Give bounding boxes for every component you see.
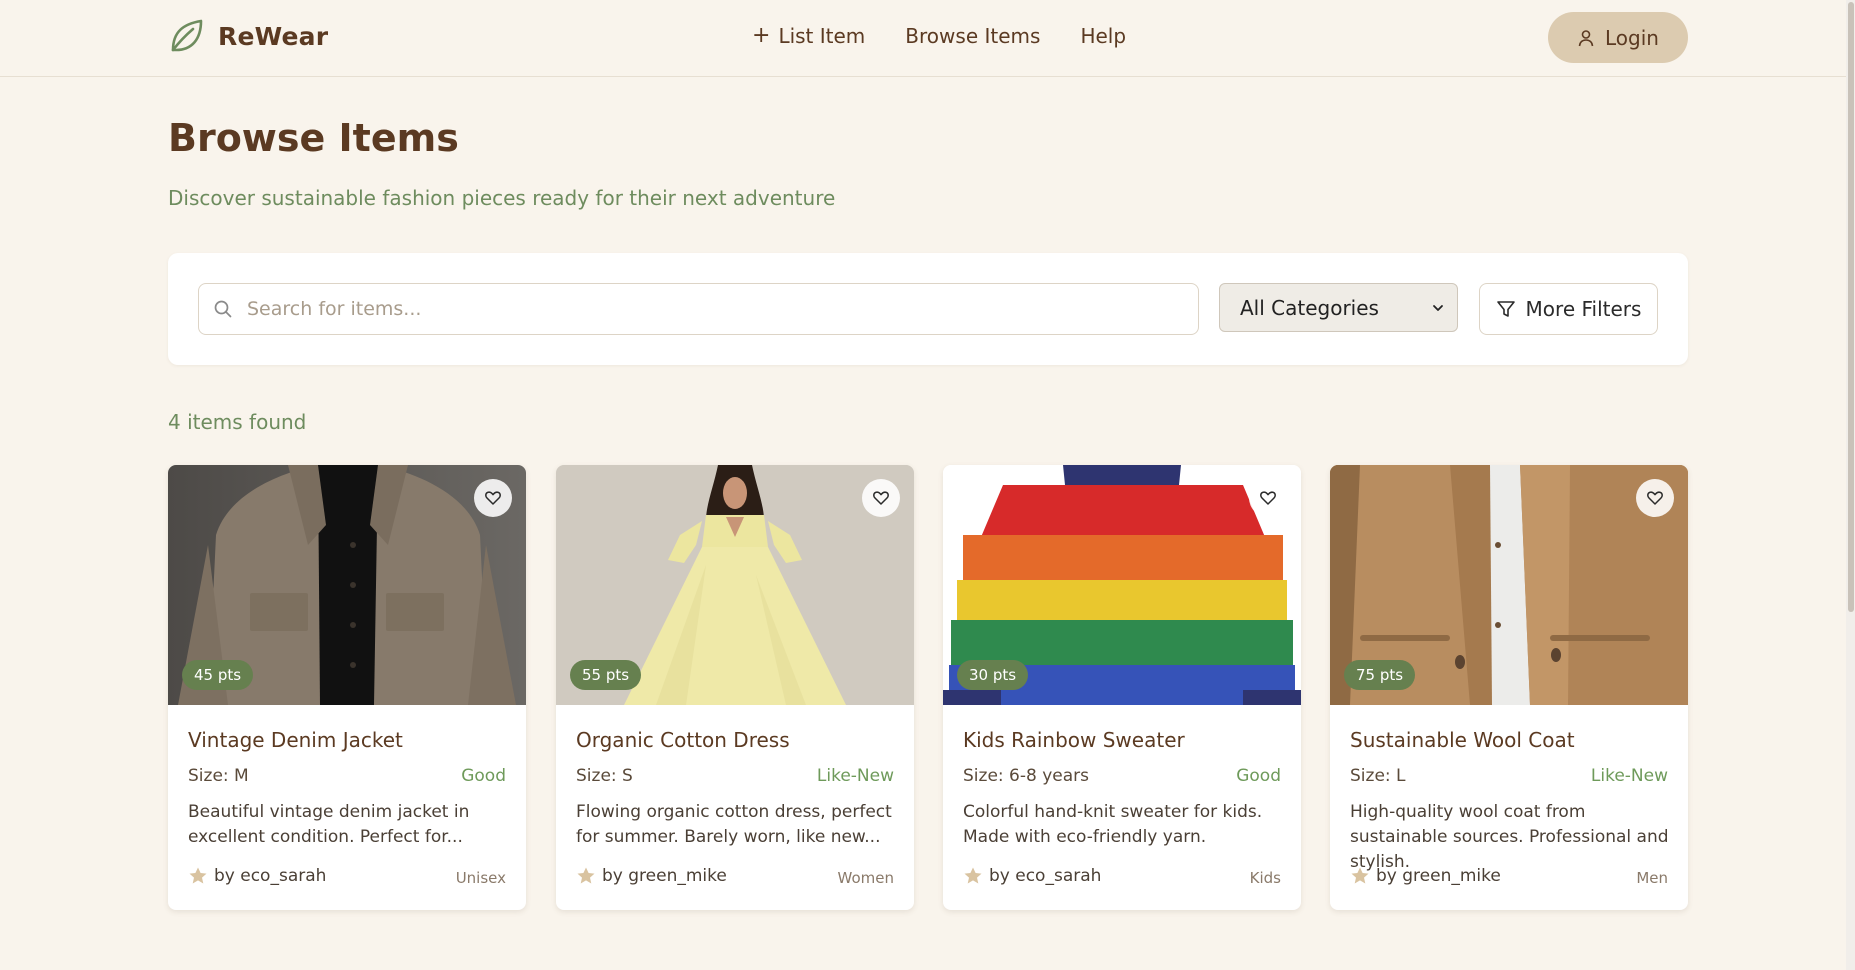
heart-icon <box>1647 491 1663 505</box>
search-input[interactable] <box>247 284 1187 334</box>
item-owner-name: by green_mike <box>1376 866 1501 886</box>
brand-logo[interactable]: ReWear <box>168 17 328 55</box>
category-select-value: All Categories <box>1240 295 1379 320</box>
item-owner: by green_mike <box>576 866 727 886</box>
item-description: High-quality wool coat from sustainable … <box>1350 802 1669 872</box>
page-title: Browse Items <box>168 116 459 160</box>
nav-help-label: Help <box>1080 24 1127 48</box>
leaf-icon <box>171 19 203 52</box>
search-icon <box>214 300 232 318</box>
favorite-button[interactable] <box>862 479 900 517</box>
item-owner-name: by eco_sarah <box>214 866 327 886</box>
item-card[interactable]: 55 pts Organic Cotton Dress Size: S Like… <box>556 465 914 910</box>
points-badge: 30 pts <box>957 660 1029 690</box>
item-description: Beautiful vintage denim jacket in excell… <box>188 802 470 847</box>
item-title: Sustainable Wool Coat <box>1350 728 1575 752</box>
item-owner: by green_mike <box>1350 866 1501 886</box>
item-description: Flowing organic cotton dress, perfect fo… <box>576 802 892 847</box>
more-filters-button[interactable]: More Filters <box>1479 283 1658 335</box>
star-icon <box>577 867 595 884</box>
item-category: Men <box>1636 869 1668 887</box>
item-owner-name: by eco_sarah <box>989 866 1102 886</box>
item-size: Size: L <box>1350 766 1406 786</box>
login-button[interactable]: Login <box>1548 12 1688 63</box>
chevron-down-icon <box>1433 305 1443 311</box>
item-condition: Like-New <box>816 766 894 786</box>
heart-icon <box>873 491 889 505</box>
nav-list-item[interactable]: + List Item <box>752 24 865 48</box>
results-count: 4 items found <box>168 410 307 434</box>
heart-icon <box>485 491 501 505</box>
user-icon <box>1578 29 1594 46</box>
main-nav: + List Item Browse Items Help <box>752 24 1126 48</box>
favorite-button[interactable] <box>1636 479 1674 517</box>
item-card[interactable]: 75 pts Sustainable Wool Coat Size: L Lik… <box>1330 465 1688 910</box>
item-title: Organic Cotton Dress <box>576 728 790 752</box>
page-scrollbar-thumb[interactable] <box>1848 2 1854 612</box>
search-box[interactable] <box>198 283 1199 335</box>
category-select[interactable]: All Categories <box>1219 283 1458 332</box>
nav-browse-items-label: Browse Items <box>905 24 1041 48</box>
favorite-button[interactable] <box>474 479 512 517</box>
item-category: Women <box>837 869 894 887</box>
star-icon <box>1351 867 1369 884</box>
filter-icon <box>1496 301 1515 317</box>
star-icon <box>189 867 207 884</box>
more-filters-label: More Filters <box>1525 297 1642 321</box>
page-subtitle: Discover sustainable fashion pieces read… <box>168 186 836 210</box>
item-title: Kids Rainbow Sweater <box>963 728 1185 752</box>
favorite-button[interactable] <box>1249 479 1287 517</box>
nav-help[interactable]: Help <box>1080 24 1126 48</box>
nav-browse-items[interactable]: Browse Items <box>905 24 1040 48</box>
item-condition: Good <box>1236 766 1281 786</box>
item-card[interactable]: 45 pts Vintage Denim Jacket Size: M Good… <box>168 465 526 910</box>
item-description: Colorful hand-knit sweater for kids. Mad… <box>963 802 1263 847</box>
item-category: Kids <box>1249 869 1281 887</box>
item-size: Size: 6-8 years <box>963 766 1089 786</box>
search-panel: All Categories More Filters <box>168 253 1688 365</box>
item-title: Vintage Denim Jacket <box>188 728 403 752</box>
brand-name: ReWear <box>218 21 329 51</box>
item-size: Size: S <box>576 766 633 786</box>
item-owner: by eco_sarah <box>188 866 326 886</box>
item-condition: Good <box>461 766 506 786</box>
heart-icon <box>1260 491 1276 505</box>
plus-icon: + <box>752 23 771 48</box>
item-category: Unisex <box>455 869 506 887</box>
nav-list-item-label: List Item <box>778 24 866 48</box>
points-badge: 75 pts <box>1344 660 1416 690</box>
star-icon <box>964 867 982 884</box>
item-size: Size: M <box>188 766 249 786</box>
points-badge: 45 pts <box>182 660 254 690</box>
item-card[interactable]: 30 pts Kids Rainbow Sweater Size: 6-8 ye… <box>943 465 1301 910</box>
points-badge: 55 pts <box>570 660 642 690</box>
item-owner-name: by green_mike <box>602 866 727 886</box>
item-condition: Like-New <box>1590 766 1668 786</box>
login-label: Login <box>1605 25 1659 50</box>
item-owner: by eco_sarah <box>963 866 1101 886</box>
top-header: ReWear + List Item Browse Items Help Log… <box>0 0 1855 77</box>
